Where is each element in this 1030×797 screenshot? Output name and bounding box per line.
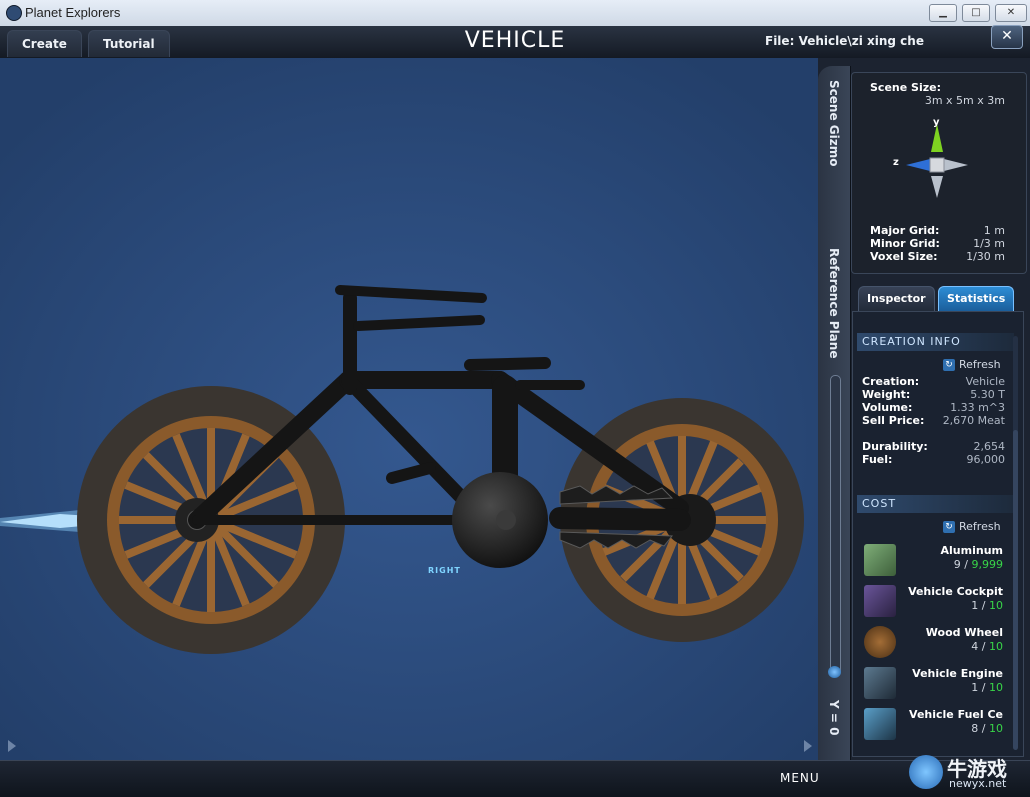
cost-item-count: 9 / 9,999	[953, 558, 1003, 571]
y-value-readout: Y = 0	[827, 700, 841, 736]
axis-y-label: y	[933, 117, 940, 128]
durability-label: Durability:	[862, 440, 928, 453]
cost-item-aluminum[interactable]: Aluminum 9 / 9,999	[862, 542, 1006, 580]
cost-item-vehicle-cockpit[interactable]: Vehicle Cockpit 1 / 10	[862, 583, 1006, 621]
slider-handle[interactable]	[828, 666, 841, 678]
direction-label: RIGHT	[428, 566, 461, 575]
weight-label: Weight:	[862, 388, 911, 401]
fuel-label: Fuel:	[862, 453, 893, 466]
cost-header: COST	[857, 495, 1014, 513]
creation-value: Vehicle	[965, 375, 1005, 388]
stats-scrollbar-thumb[interactable]	[1013, 430, 1018, 750]
maximize-button[interactable]: □	[962, 4, 990, 22]
scene-gizmo-toggle[interactable]: Scene Gizmo	[827, 80, 841, 166]
axis-z-label: z	[893, 157, 899, 168]
reference-plane-toggle[interactable]: Reference Plane	[827, 248, 841, 358]
cost-item-name: Vehicle Cockpit	[908, 585, 1003, 598]
creation-info-header: CREATION INFO	[857, 333, 1014, 351]
fuel-value: 96,000	[966, 453, 1006, 466]
creation-refresh-button[interactable]: ↻ Refresh	[943, 358, 1001, 371]
refresh-icon: ↻	[943, 521, 955, 533]
vehicle-fuel-cell-icon	[864, 708, 896, 740]
volume-label: Volume:	[862, 401, 913, 414]
scene-size-label: Scene Size:	[870, 81, 941, 94]
cost-item-name: Vehicle Fuel Ce	[909, 708, 1003, 721]
aluminum-icon	[864, 544, 896, 576]
window-title: Planet Explorers	[25, 5, 121, 20]
durability-value: 2,654	[973, 440, 1006, 453]
axis-gizmo-icon[interactable]	[890, 116, 980, 202]
vehicle-engine-icon	[864, 667, 896, 699]
cost-item-wood-wheel[interactable]: Wood Wheel 4 / 10	[862, 624, 1006, 662]
sell-price-value: 2,670 Meat	[942, 414, 1005, 427]
watermark-url: newyx.net	[949, 777, 1007, 790]
tab-statistics[interactable]: Statistics	[938, 286, 1015, 311]
bottom-bar: MENU 牛游戏 newyx.net	[0, 755, 1030, 797]
wood-wheel-icon	[864, 626, 896, 658]
sell-price-label: Sell Price:	[862, 414, 925, 427]
vehicle-cockpit-icon	[864, 585, 896, 617]
refresh-icon: ↻	[943, 359, 955, 371]
cost-item-name: Aluminum	[940, 544, 1003, 557]
cost-item-vehicle-fuel-cell[interactable]: Vehicle Fuel Ce 8 / 10	[862, 706, 1006, 744]
cost-refresh-label: Refresh	[959, 520, 1001, 533]
cost-item-name: Wood Wheel	[925, 626, 1003, 639]
app-header: Create Tutorial VEHICLE File: Vehicle\zi…	[0, 26, 1030, 59]
prev-arrow-icon[interactable]	[8, 740, 16, 752]
cost-item-count: 1 / 10	[971, 681, 1003, 694]
cost-item-count: 8 / 10	[971, 722, 1003, 735]
creation-label: Creation:	[862, 375, 920, 388]
scene-size-value: 3m x 5m x 3m	[924, 94, 1005, 107]
app-icon	[6, 5, 22, 21]
minimize-button[interactable]: ▁	[929, 4, 957, 22]
volume-value: 1.33 m^3	[950, 401, 1005, 414]
window-close-button[interactable]: ✕	[995, 4, 1027, 22]
creation-refresh-label: Refresh	[959, 358, 1001, 371]
cost-item-name: Vehicle Engine	[912, 667, 1003, 680]
cost-refresh-button[interactable]: ↻ Refresh	[943, 520, 1001, 533]
window-title-bar: Planet Explorers ▁ □ ✕	[0, 0, 1030, 27]
file-info: File: Vehicle\zi xing che	[765, 34, 924, 48]
menu-button[interactable]: MENU	[780, 771, 820, 785]
watermark: 牛游戏 newyx.net	[905, 753, 1027, 793]
major-grid-label: Major Grid:	[870, 224, 940, 237]
tab-inspector[interactable]: Inspector	[858, 286, 935, 311]
major-grid-value: 1 m	[983, 224, 1005, 237]
cost-item-count: 1 / 10	[971, 599, 1003, 612]
file-label: File:	[765, 34, 795, 48]
voxel-size-label: Voxel Size:	[870, 250, 938, 263]
weight-value: 5.30 T	[970, 388, 1005, 401]
watermark-logo-icon	[909, 755, 943, 789]
cost-item-count: 4 / 10	[971, 640, 1003, 653]
vehicle-model	[0, 58, 818, 760]
viewport-3d[interactable]: RIGHT	[0, 58, 818, 760]
cost-item-vehicle-engine[interactable]: Vehicle Engine 1 / 10	[862, 665, 1006, 703]
editor-close-button[interactable]: ✕	[991, 25, 1023, 49]
minor-grid-value: 1/3 m	[973, 237, 1005, 250]
reference-plane-slider[interactable]	[830, 375, 841, 677]
minor-grid-label: Minor Grid:	[870, 237, 940, 250]
voxel-size-value: 1/30 m	[966, 250, 1005, 263]
file-name: Vehicle\zi xing che	[798, 34, 924, 48]
next-arrow-icon[interactable]	[804, 740, 812, 752]
